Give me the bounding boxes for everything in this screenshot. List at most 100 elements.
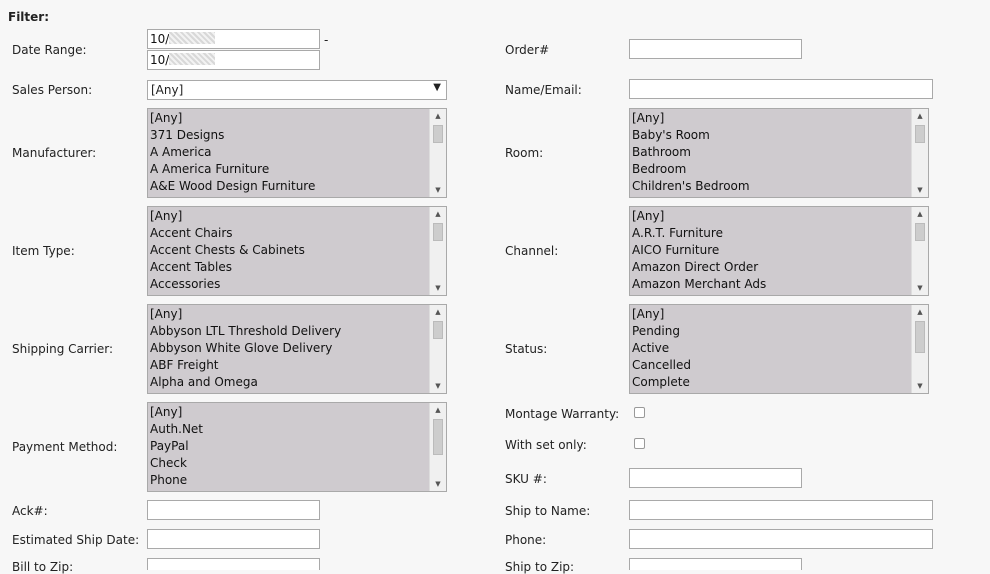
status-option[interactable]: Pending [632, 323, 928, 340]
scroll-up-icon[interactable]: ▲ [430, 305, 446, 319]
date-range-dash: - [324, 33, 329, 47]
scroll-up-icon[interactable]: ▲ [912, 207, 928, 221]
bill-to-zip-label: Bill to Zip: [12, 560, 74, 574]
channel-option[interactable]: Amazon Direct Order [632, 259, 928, 276]
manufacturer-option[interactable]: [Any] [150, 110, 446, 127]
item-type-option[interactable]: [Any] [150, 208, 446, 225]
scroll-down-icon[interactable]: ▼ [912, 281, 928, 295]
scroll-thumb[interactable] [915, 223, 925, 241]
status-option[interactable]: [Any] [632, 306, 928, 323]
redacted-date [169, 32, 216, 44]
shipping-carrier-option[interactable]: [Any] [150, 306, 446, 323]
sku-input[interactable] [629, 468, 802, 488]
payment-method-option[interactable]: EMI [150, 489, 446, 491]
date-to-input[interactable]: 10/ [147, 50, 320, 70]
item-type-option[interactable]: Accent Tables [150, 259, 446, 276]
shipping-carrier-option[interactable]: Alpha and Omega [150, 374, 446, 391]
scroll-thumb[interactable] [433, 321, 443, 339]
scroll-down-icon[interactable]: ▼ [430, 379, 446, 393]
channel-label: Channel: [505, 244, 559, 258]
status-option[interactable]: Cancelled [632, 357, 928, 374]
phone-input[interactable] [629, 529, 933, 549]
room-option[interactable]: Bathroom [632, 144, 928, 161]
shipping-carrier-option[interactable]: Abbyson LTL Threshold Delivery [150, 323, 446, 340]
scroll-up-icon[interactable]: ▲ [430, 109, 446, 123]
payment-method-option[interactable]: PayPal [150, 438, 446, 455]
scroll-down-icon[interactable]: ▼ [430, 183, 446, 197]
name-email-input[interactable] [629, 79, 933, 99]
room-option[interactable]: Children's Bedroom [632, 178, 928, 195]
scroll-up-icon[interactable]: ▲ [912, 305, 928, 319]
room-option[interactable]: Baby's Room [632, 127, 928, 144]
scroll-up-icon[interactable]: ▲ [430, 207, 446, 221]
payment-method-listbox[interactable]: [Any]Auth.NetPayPalCheckPhoneEMI ▲▼ [147, 402, 447, 492]
scroll-up-icon[interactable]: ▲ [912, 109, 928, 123]
order-number-input[interactable] [629, 39, 802, 59]
scroll-thumb[interactable] [915, 321, 925, 353]
sku-label: SKU #: [505, 472, 547, 486]
redacted-date [169, 53, 216, 65]
scrollbar[interactable]: ▲ ▼ [429, 207, 446, 295]
room-option[interactable]: [Any] [632, 110, 928, 127]
scrollbar[interactable]: ▲ ▼ [911, 207, 928, 295]
channel-listbox[interactable]: [Any] A.R.T. Furniture AICO Furniture Amazo… [629, 206, 929, 296]
shipping-carrier-option[interactable]: Alpha and Omega - DIMS [150, 391, 446, 393]
payment-method-option[interactable]: Check [150, 455, 446, 472]
montage-warranty-checkbox[interactable] [634, 407, 645, 418]
channel-option[interactable]: AICO Furniture [632, 242, 928, 259]
payment-method-option[interactable]: [Any] [150, 404, 446, 421]
ship-to-zip-input[interactable] [629, 558, 802, 570]
room-option[interactable]: Children's Room [632, 195, 928, 197]
with-set-only-checkbox[interactable] [634, 438, 645, 449]
item-type-option[interactable]: Accent Chairs [150, 225, 446, 242]
manufacturer-option[interactable]: A America Furniture [150, 161, 446, 178]
manufacturer-option[interactable]: A.R.T. [150, 195, 446, 197]
payment-method-option[interactable]: Phone [150, 472, 446, 489]
channel-option[interactable]: Amazon Product Ads [632, 293, 928, 295]
scroll-thumb[interactable] [433, 419, 443, 455]
room-option[interactable]: Bedroom [632, 161, 928, 178]
date-from-input[interactable]: 10/ [147, 29, 320, 49]
status-listbox[interactable]: [Any]PendingActiveCancelledCompleteRetur… [629, 304, 929, 394]
status-option[interactable]: Complete [632, 374, 928, 391]
payment-method-label: Payment Method: [12, 440, 118, 454]
item-type-option[interactable]: Accent Chests & Cabinets [150, 242, 446, 259]
scroll-thumb[interactable] [433, 223, 443, 241]
scroll-down-icon[interactable]: ▼ [912, 379, 928, 393]
ship-to-name-input[interactable] [629, 500, 933, 520]
item-type-option[interactable]: Adirondack Chairs [150, 293, 446, 295]
ack-label: Ack#: [12, 504, 48, 518]
scroll-down-icon[interactable]: ▼ [430, 281, 446, 295]
shipping-carrier-option[interactable]: ABF Freight [150, 357, 446, 374]
ack-input[interactable] [147, 500, 320, 520]
payment-method-option[interactable]: Auth.Net [150, 421, 446, 438]
scroll-down-icon[interactable]: ▼ [430, 477, 446, 491]
manufacturer-option[interactable]: 371 Designs [150, 127, 446, 144]
status-option[interactable]: Returned [632, 391, 928, 393]
channel-option[interactable]: [Any] [632, 208, 928, 225]
shipping-carrier-option[interactable]: Abbyson White Glove Delivery [150, 340, 446, 357]
item-type-option[interactable]: Accessories [150, 276, 446, 293]
room-listbox[interactable]: [Any] Baby's Room Bathroom Bedroom Children'… [629, 108, 929, 198]
scrollbar[interactable]: ▲ ▼ [429, 403, 446, 491]
scroll-up-icon[interactable]: ▲ [430, 403, 446, 417]
scrollbar[interactable]: ▲ ▼ [429, 109, 446, 197]
date-from-value: 10/ [150, 32, 170, 46]
estimated-ship-date-input[interactable] [147, 529, 320, 549]
scrollbar[interactable]: ▲ ▼ [429, 305, 446, 393]
item-type-listbox[interactable]: [Any] Accent Chairs Accent Chests & Cabine… [147, 206, 447, 296]
status-option[interactable]: Active [632, 340, 928, 357]
bill-to-zip-input[interactable] [147, 558, 320, 570]
scroll-down-icon[interactable]: ▼ [912, 183, 928, 197]
channel-option[interactable]: Amazon Merchant Ads [632, 276, 928, 293]
channel-option[interactable]: A.R.T. Furniture [632, 225, 928, 242]
sales-person-select[interactable]: [Any] ▼ [147, 80, 447, 100]
scroll-thumb[interactable] [433, 125, 443, 143]
manufacturer-option[interactable]: A America [150, 144, 446, 161]
scrollbar[interactable]: ▲ ▼ [911, 109, 928, 197]
shipping-carrier-listbox[interactable]: [Any] Abbyson LTL Threshold Delivery Abbys… [147, 304, 447, 394]
manufacturer-option[interactable]: A&E Wood Design Furniture [150, 178, 446, 195]
scrollbar[interactable]: ▲ ▼ [911, 305, 928, 393]
scroll-thumb[interactable] [915, 125, 925, 143]
manufacturer-listbox[interactable]: [Any] 371 Designs A America A America Furni… [147, 108, 447, 198]
